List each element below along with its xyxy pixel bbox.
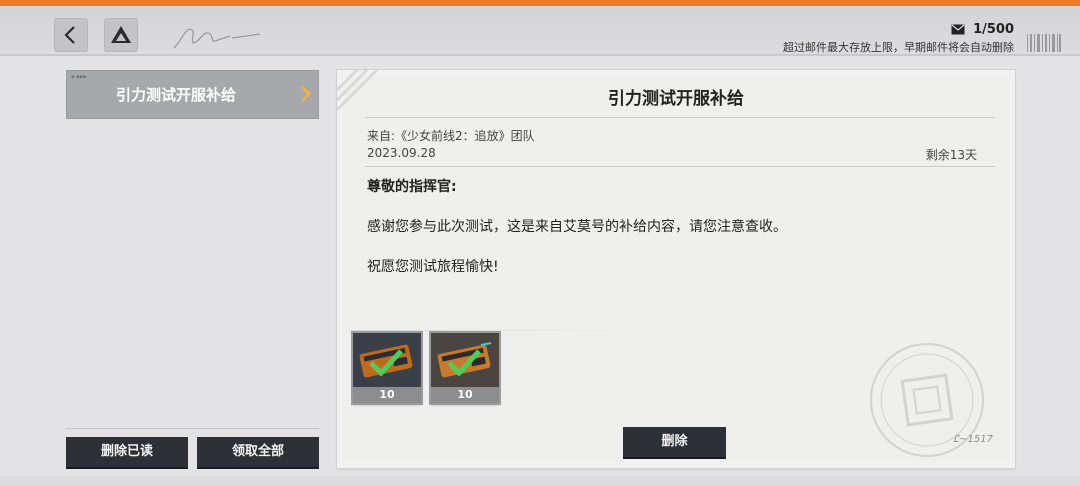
signature-decoration [173, 28, 261, 49]
header-bar: 1/500 超过邮件最大存放上限，早期邮件将会自动删除 [0, 6, 1080, 54]
home-button[interactable] [104, 18, 138, 52]
barcode-decoration [1027, 34, 1061, 52]
mail-date: 2023.09.28 [367, 146, 436, 160]
supply-card-icon [431, 333, 499, 387]
left-panel-divider [66, 428, 319, 429]
mail-body-line: 祝愿您测试旅程愉快! [367, 259, 499, 275]
meta-divider [365, 166, 995, 167]
mail-counter: 1/500 [951, 22, 1014, 37]
header-divider [0, 54, 1080, 56]
mail-body-line: 感谢您参与此次测试，这是来自艾莫号的补给内容，请您注意查收。 [367, 219, 787, 235]
stamp-signature-decoration: Ꮭ~1517 [953, 434, 993, 445]
claim-all-button[interactable]: 领取全部 [197, 437, 319, 469]
mail-count-text: 1/500 [973, 22, 1014, 37]
attachment-item[interactable]: 10 [431, 333, 499, 403]
list-item-tag-decoration: ▪ ▪▪▪ [71, 74, 87, 80]
mail-list-item-title: 引力测试开服补给 [115, 86, 236, 104]
attachment-divider [349, 330, 689, 331]
attachment-quantity: 10 [431, 387, 499, 403]
envelope-icon [951, 24, 965, 35]
mail-remaining-days: 剩余13天 [925, 148, 977, 162]
delete-mail-button[interactable]: 删除 [623, 427, 726, 459]
chevron-left-icon [64, 26, 75, 44]
mail-list-item[interactable]: ▪ ▪▪▪ 引力测试开服补给 [66, 70, 319, 119]
triangle-logo-icon [111, 26, 131, 43]
attachment-item[interactable]: 10 [353, 333, 421, 403]
mail-limit-note: 超过邮件最大存放上限，早期邮件将会自动删除 [783, 41, 1014, 54]
mail-greeting: 尊敬的指挥官: [367, 179, 457, 195]
delete-read-button[interactable]: 删除已读 [66, 437, 188, 469]
attachment-quantity: 10 [353, 387, 421, 403]
mail-sender: 来自:《少女前线2：追放》团队 [367, 129, 535, 143]
chevron-right-icon [301, 86, 311, 102]
mail-title: 引力测试开服补给 [608, 89, 744, 109]
mail-detail-panel: 引力测试开服补给 来自:《少女前线2：追放》团队 2023.09.28 剩余13… [337, 70, 1015, 468]
supply-card-icon [353, 333, 421, 387]
title-divider [365, 117, 995, 118]
back-button[interactable] [54, 18, 88, 52]
footer-strip [0, 476, 1080, 486]
